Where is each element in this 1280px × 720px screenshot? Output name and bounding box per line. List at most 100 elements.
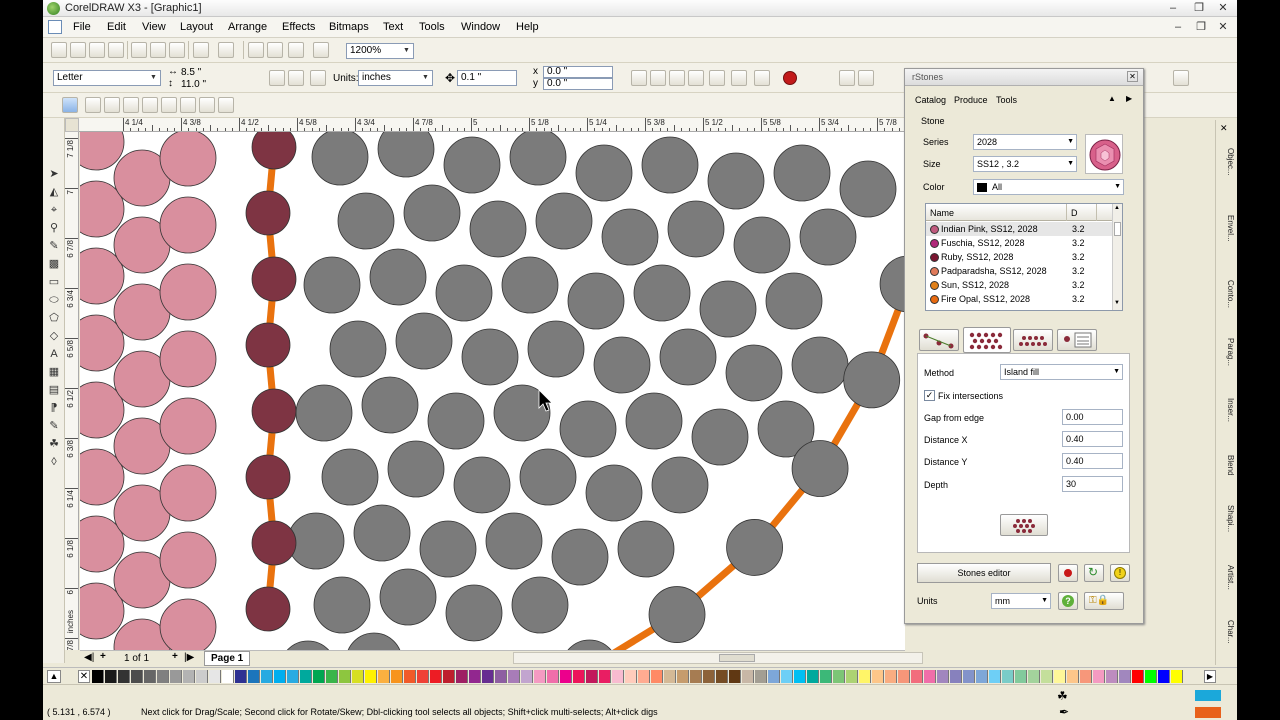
series-select[interactable]: 2028 ▼ (973, 134, 1077, 150)
help-icon[interactable]: ? (1058, 592, 1078, 610)
contour-icon[interactable] (180, 97, 196, 113)
palette-swatch[interactable] (1145, 670, 1157, 683)
tab-shaping[interactable]: Shapi... (1218, 505, 1235, 532)
palette-swatch[interactable] (131, 670, 143, 683)
drawing-canvas[interactable] (80, 132, 905, 650)
landscape-icon[interactable] (288, 70, 304, 86)
palette-swatch[interactable] (222, 670, 234, 683)
vertical-ruler[interactable]: 7 1/8 7 6 7/8 6 3/4 6 5/8 6 1/2 6 3/8 6 1/4 6 1/… (65, 132, 79, 650)
palette-swatch[interactable] (651, 670, 663, 683)
fix-intersections-checkbox[interactable]: ✓ (924, 390, 935, 401)
palette-swatch[interactable] (378, 670, 390, 683)
palette-swatch[interactable] (365, 670, 377, 683)
palette-swatch[interactable] (508, 670, 520, 683)
duplicate-y-field[interactable]: 0.0 " (543, 78, 613, 90)
palette-swatch[interactable] (586, 670, 598, 683)
palette-swatch[interactable] (924, 670, 936, 683)
new-icon[interactable] (51, 42, 67, 58)
print-icon[interactable] (108, 42, 124, 58)
palette-swatch[interactable] (794, 670, 806, 683)
snap-to-objects-icon[interactable] (669, 70, 685, 86)
outline-to-stones-icon[interactable] (85, 97, 101, 113)
info-icon[interactable]: ! (1110, 564, 1130, 582)
tab-artistic-media[interactable]: Artist... (1218, 565, 1235, 590)
minimize-icon[interactable]: – (1163, 1, 1183, 15)
menu-view[interactable]: View (142, 21, 166, 33)
palette-swatch[interactable] (391, 670, 403, 683)
menu-text[interactable]: Text (383, 21, 403, 33)
docker-tool-icon[interactable] (1173, 70, 1189, 86)
palette-swatch[interactable] (456, 670, 468, 683)
palette-swatch[interactable] (1119, 670, 1131, 683)
record-icon[interactable] (783, 71, 797, 85)
palette-swatch[interactable] (287, 670, 299, 683)
palette-swatch[interactable] (430, 670, 442, 683)
units-select[interactable]: mm ▼ (991, 593, 1051, 609)
record-icon[interactable] (1058, 564, 1078, 582)
interactive-fill-icon[interactable]: ◊ (46, 454, 62, 470)
menu-window[interactable]: Window (461, 21, 500, 33)
palette-swatch[interactable] (196, 670, 208, 683)
close-icon[interactable]: ✕ (1220, 123, 1228, 134)
palette-swatch[interactable] (1080, 670, 1092, 683)
palette-swatch[interactable] (469, 670, 481, 683)
palette-swatch[interactable] (1106, 670, 1118, 683)
palette-swatch[interactable] (170, 670, 182, 683)
palette-swatch[interactable] (677, 670, 689, 683)
stone-tool-icon[interactable] (858, 70, 874, 86)
document-icon[interactable] (48, 20, 62, 34)
palette-swatch[interactable] (274, 670, 286, 683)
scroll-thumb[interactable] (1114, 222, 1121, 236)
size-select[interactable]: SS12 , 3.2 ▼ (973, 156, 1077, 172)
no-color-swatch[interactable]: ✕ (78, 670, 90, 683)
palette-swatch[interactable] (989, 670, 1001, 683)
tab-grid-fill[interactable] (1013, 329, 1053, 351)
tab-outline-fill[interactable] (919, 329, 959, 351)
distance-x-field[interactable]: 0.40 (1062, 431, 1123, 447)
page-height-field[interactable]: 11.0 " (181, 79, 206, 90)
palette-swatch[interactable] (105, 670, 117, 683)
scroll-up-icon[interactable]: ▲ (1114, 205, 1120, 211)
palette-swatch[interactable] (937, 670, 949, 683)
rstones-menu-tools[interactable]: Tools (996, 95, 1017, 105)
table-row[interactable]: Sun, SS12, 2028 3.2 (926, 278, 1112, 292)
rectangle-tool-icon[interactable]: ▭ (46, 274, 62, 290)
palette-swatch[interactable] (573, 670, 585, 683)
text-tool-icon[interactable]: A (46, 346, 62, 362)
palette-swatch[interactable] (846, 670, 858, 683)
palette-swatch[interactable] (833, 670, 845, 683)
palette-swatch[interactable] (638, 670, 650, 683)
palette-swatch[interactable] (248, 670, 260, 683)
align-icon[interactable] (123, 97, 139, 113)
restore-icon[interactable]: ❐ (1189, 1, 1209, 15)
eyedropper-icon[interactable]: ⁋ (46, 400, 62, 416)
palette-swatch[interactable] (417, 670, 429, 683)
basic-shapes-icon[interactable]: ◇ (46, 328, 62, 344)
palette-swatch[interactable] (872, 670, 884, 683)
menu-file[interactable]: File (73, 21, 91, 33)
rstones-titlebar[interactable]: rStones ✕ (905, 69, 1143, 86)
palette-swatch[interactable] (300, 670, 312, 683)
palette-swatch[interactable] (313, 670, 325, 683)
add-page-after-icon[interactable]: + (172, 651, 178, 662)
tab-paragraph[interactable]: Parag... (1218, 338, 1235, 366)
zoom-tool-icon[interactable]: ⚲ (46, 220, 62, 236)
horizontal-ruler[interactable]: 4 1/4 4 3/8 4 1/2 4 5/8 4 3/4 4 7/8 5 5 1/8 5 1/… (65, 118, 905, 132)
tab-character[interactable]: Char... (1218, 620, 1235, 644)
tab-table-fill[interactable] (1057, 329, 1097, 351)
current-outline-swatch[interactable] (1195, 707, 1221, 718)
nudge-field[interactable]: 0.1 " (457, 70, 517, 86)
palette-swatch[interactable] (157, 670, 169, 683)
palette-swatch[interactable] (1132, 670, 1144, 683)
shape-tool-icon[interactable]: ◭ (46, 184, 62, 200)
menu-bitmaps[interactable]: Bitmaps (329, 21, 369, 33)
table-row[interactable]: Ruby, SS12, 2028 3.2 (926, 250, 1112, 264)
rstones-app-icon[interactable] (62, 97, 78, 113)
first-page-icon[interactable]: ◀| (84, 652, 94, 663)
redo-icon[interactable] (218, 42, 234, 58)
tab-insert[interactable]: Inser... (1218, 398, 1235, 422)
palette-swatch[interactable] (729, 670, 741, 683)
palette-swatch[interactable] (534, 670, 546, 683)
rstones-close-icon[interactable]: ✕ (1127, 71, 1138, 82)
contour-icon[interactable] (161, 97, 177, 113)
